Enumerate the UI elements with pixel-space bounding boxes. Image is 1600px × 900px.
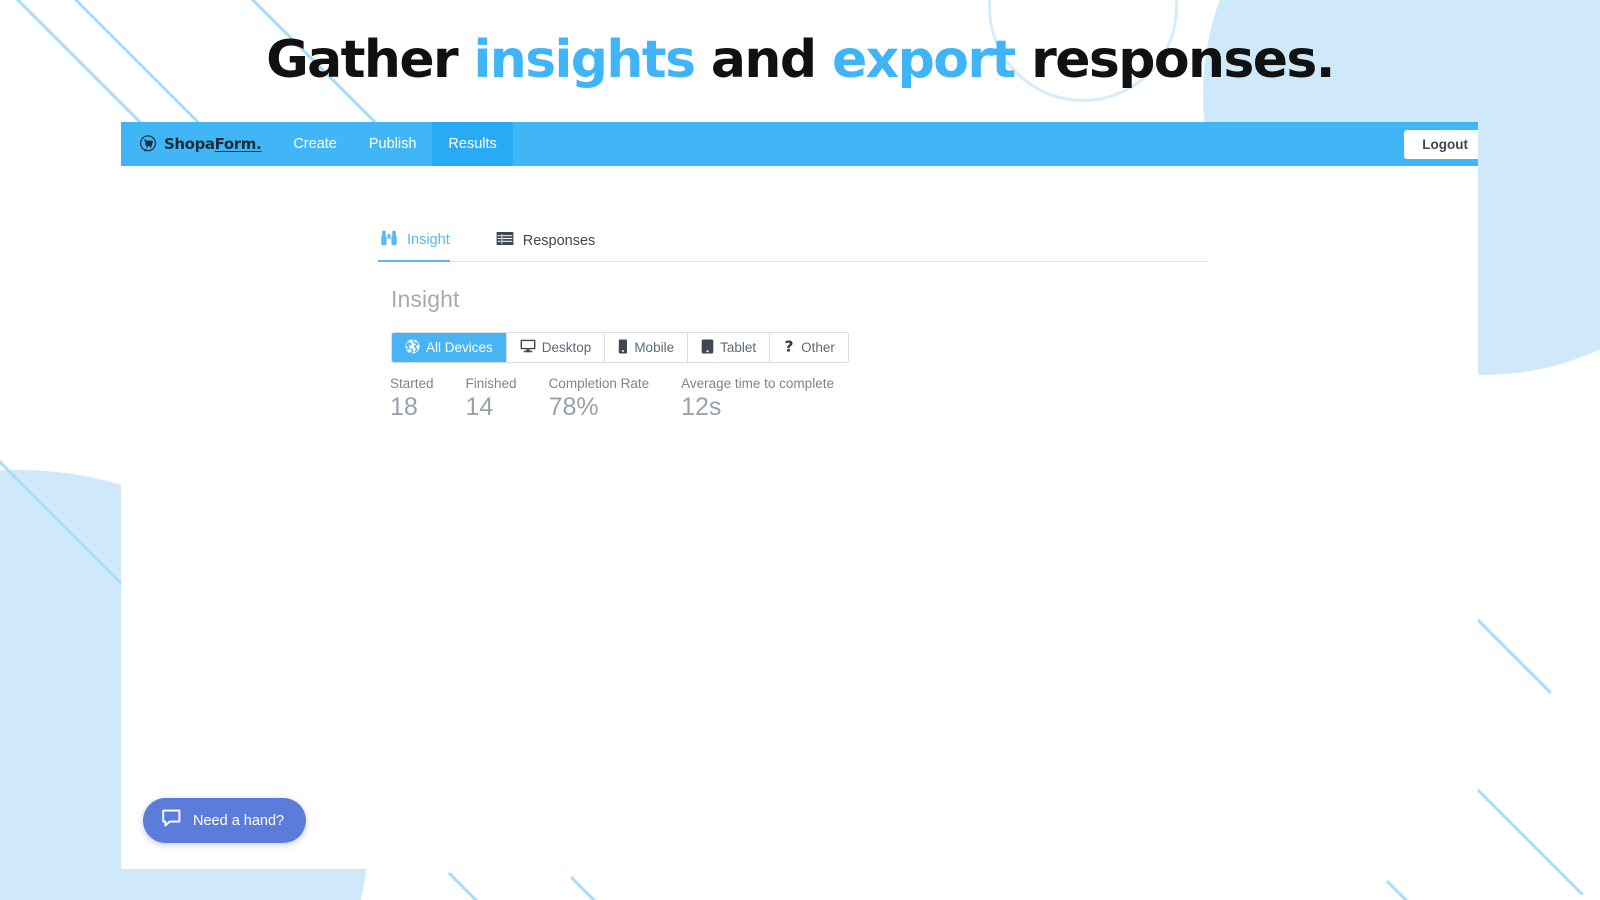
headline-part-4: export <box>831 30 1016 90</box>
logout-button[interactable]: Logout <box>1404 130 1478 159</box>
tablet-icon <box>701 339 714 357</box>
brand-logo[interactable]: ShopaForm. <box>121 122 277 166</box>
device-filter-group: All Devices Desktop Mobile Tablet ? Othe… <box>391 332 849 363</box>
device-filter-other[interactable]: ? Other <box>770 333 848 362</box>
device-filter-all-devices[interactable]: All Devices <box>392 333 507 362</box>
stat-completion-rate-value: 78% <box>548 393 599 421</box>
tab-responses-label: Responses <box>522 232 596 249</box>
section-title: Insight <box>391 286 460 312</box>
question-mark-icon: ? <box>783 337 795 357</box>
device-filter-other-label: Other <box>801 340 835 355</box>
device-filter-mobile-label: Mobile <box>634 340 675 355</box>
insight-stats: Started 18 Finished 14 Completion Rate 7… <box>390 376 866 420</box>
brand-name-secondary: Form. <box>214 135 262 153</box>
stat-average-time: Average time to complete 12s <box>681 376 834 420</box>
tab-responses[interactable]: Responses <box>494 231 614 261</box>
headline-part-3: and <box>694 30 832 90</box>
nav-link-publish[interactable]: Publish <box>353 122 433 166</box>
brand-name-primary: Shopa <box>164 135 215 153</box>
phone-icon <box>618 339 628 357</box>
stat-completion-rate: Completion Rate 78% <box>549 376 650 420</box>
decor-diagonal-line <box>1385 880 1445 900</box>
stat-started-value: 18 <box>390 393 418 421</box>
app-navbar: ShopaForm. Create Publish Results Logout <box>121 122 1478 166</box>
headline-part-5: responses. <box>1014 30 1335 90</box>
results-tabstrip: Insight Responses <box>378 222 1208 262</box>
table-grid-icon <box>496 231 514 250</box>
stat-finished-value: 14 <box>465 393 494 421</box>
decor-diagonal-line <box>447 872 493 900</box>
navbar-spacer <box>513 122 1478 166</box>
device-filter-desktop[interactable]: Desktop <box>506 333 606 362</box>
device-filter-desktop-label: Desktop <box>541 340 592 355</box>
stat-finished-label: Finished <box>465 376 517 391</box>
stat-started: Started 18 <box>390 376 434 420</box>
device-filter-tablet-label: Tablet <box>720 340 757 355</box>
decor-diagonal-line <box>569 876 608 900</box>
device-filter-tablet[interactable]: Tablet <box>688 333 771 362</box>
need-a-hand-label: Need a hand? <box>193 812 285 829</box>
page-headline: Gather insights and export responses. <box>0 30 1600 90</box>
stat-completion-rate-label: Completion Rate <box>548 376 650 391</box>
headline-part-1: Gather <box>266 30 474 90</box>
need-a-hand-chat-button[interactable]: Need a hand? <box>143 798 307 843</box>
cart-chat-bubble-icon <box>139 135 157 153</box>
navbar-links: Create Publish Results <box>277 122 513 166</box>
globe-icon <box>405 338 420 357</box>
binoculars-icon <box>380 230 398 250</box>
nav-link-create[interactable]: Create <box>277 122 353 166</box>
brand-name: ShopaForm. <box>164 135 262 153</box>
tab-insight-label: Insight <box>407 232 450 248</box>
device-filter-all-devices-label: All Devices <box>426 340 493 355</box>
headline-part-2: insights <box>473 30 696 90</box>
tab-insight[interactable]: Insight <box>378 230 468 262</box>
page-root: Gather insights and export responses. Sh… <box>0 0 1600 900</box>
stat-average-time-value: 12s <box>681 393 722 421</box>
svg-text:?: ? <box>785 338 794 354</box>
stat-finished: Finished 14 <box>466 376 517 420</box>
monitor-icon <box>520 339 536 356</box>
stat-started-label: Started <box>390 376 434 391</box>
nav-link-results[interactable]: Results <box>432 122 513 166</box>
stat-average-time-label: Average time to complete <box>681 376 834 391</box>
decor-diagonal-line <box>0 420 137 599</box>
speech-bubble-icon <box>161 809 182 832</box>
device-filter-mobile[interactable]: Mobile <box>605 333 689 362</box>
app-screenshot-panel: ShopaForm. Create Publish Results Logout <box>121 122 1478 869</box>
